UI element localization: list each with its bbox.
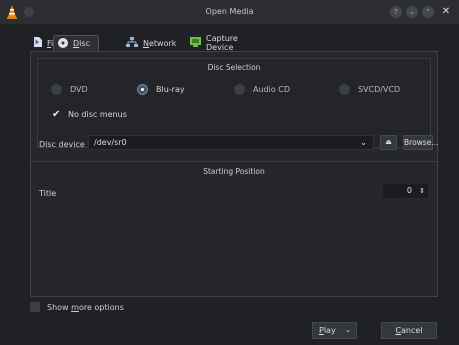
file-icon [34, 37, 42, 49]
show-more-options-checkbox[interactable]: Show more options [30, 302, 124, 312]
no-disc-menus-checkbox[interactable]: ✔ No disc menus [52, 109, 127, 120]
radio-audio-cd-indicator[interactable] [234, 84, 245, 95]
title-spinbox[interactable]: 0 ⇕ [383, 184, 428, 198]
eject-button[interactable]: ⏏ [380, 135, 397, 150]
disc-selection-title: Disc Selection [207, 63, 261, 72]
radio-bluray-indicator[interactable] [137, 84, 148, 95]
title-bar: Open Media ? ⌄ ⌃ ✕ [0, 0, 459, 24]
disc-panel: Disc Selection DVD Blu-ray Audio CD SVCD… [30, 51, 438, 297]
chevron-down-icon[interactable]: ⌄ [345, 323, 351, 338]
play-button[interactable]: Play ⌄ [312, 322, 357, 339]
tab-network[interactable]: Network [122, 35, 180, 51]
tab-disc-label: Disc [73, 39, 90, 48]
starting-position-title: Starting Position [203, 167, 265, 176]
disc-device-label: Disc device [39, 140, 85, 149]
disc-device-value: /dev/sr0 [94, 138, 127, 147]
starting-position-group: Starting Position Title 0 ⇕ [31, 161, 437, 296]
cancel-button-label: Cancel [395, 326, 423, 335]
eject-icon: ⏏ [385, 138, 392, 146]
tab-capture-device[interactable]: Capture Device [186, 34, 242, 52]
spin-arrows-icon[interactable]: ⇕ [419, 184, 425, 198]
maximize-button[interactable]: ⌃ [422, 6, 434, 18]
tab-capture-device-label: Capture Device [206, 34, 238, 52]
tab-disc[interactable]: Disc [53, 35, 99, 51]
network-icon [126, 37, 138, 49]
radio-dvd[interactable]: DVD [51, 84, 88, 95]
title-spinbox-value: 0 [406, 186, 412, 195]
title-label: Title [39, 189, 57, 198]
show-more-options-label: Show more options [47, 302, 124, 312]
radio-dvd-label: DVD [70, 85, 88, 94]
no-disc-menus-label: No disc menus [68, 110, 127, 119]
chevron-down-icon[interactable]: ⌄ [360, 136, 367, 149]
browse-button[interactable]: Browse... [403, 135, 438, 150]
radio-svcd-vcd-indicator[interactable] [339, 84, 350, 95]
minimize-button[interactable]: ⌄ [406, 6, 418, 18]
close-button[interactable]: ✕ [440, 6, 452, 18]
disc-device-combo[interactable]: /dev/sr0 ⌄ [88, 135, 374, 150]
radio-audio-cd[interactable]: Audio CD [234, 84, 290, 95]
play-button-label: Play [319, 326, 336, 335]
show-more-options-box[interactable] [30, 302, 40, 312]
radio-audio-cd-label: Audio CD [253, 85, 291, 94]
radio-svcd-vcd[interactable]: SVCD/VCD [339, 84, 400, 95]
checkmark-icon[interactable]: ✔ [52, 109, 62, 120]
radio-bluray[interactable]: Blu-ray [137, 84, 185, 95]
radio-bluray-label: Blu-ray [156, 85, 185, 94]
help-button[interactable]: ? [390, 6, 402, 18]
radio-dvd-indicator[interactable] [51, 84, 62, 95]
cancel-button[interactable]: Cancel [381, 322, 437, 339]
radio-svcd-vcd-label: SVCD/VCD [358, 85, 401, 94]
capture-device-icon [190, 37, 201, 49]
tab-network-label: Network [143, 38, 177, 48]
disc-icon [58, 37, 68, 50]
